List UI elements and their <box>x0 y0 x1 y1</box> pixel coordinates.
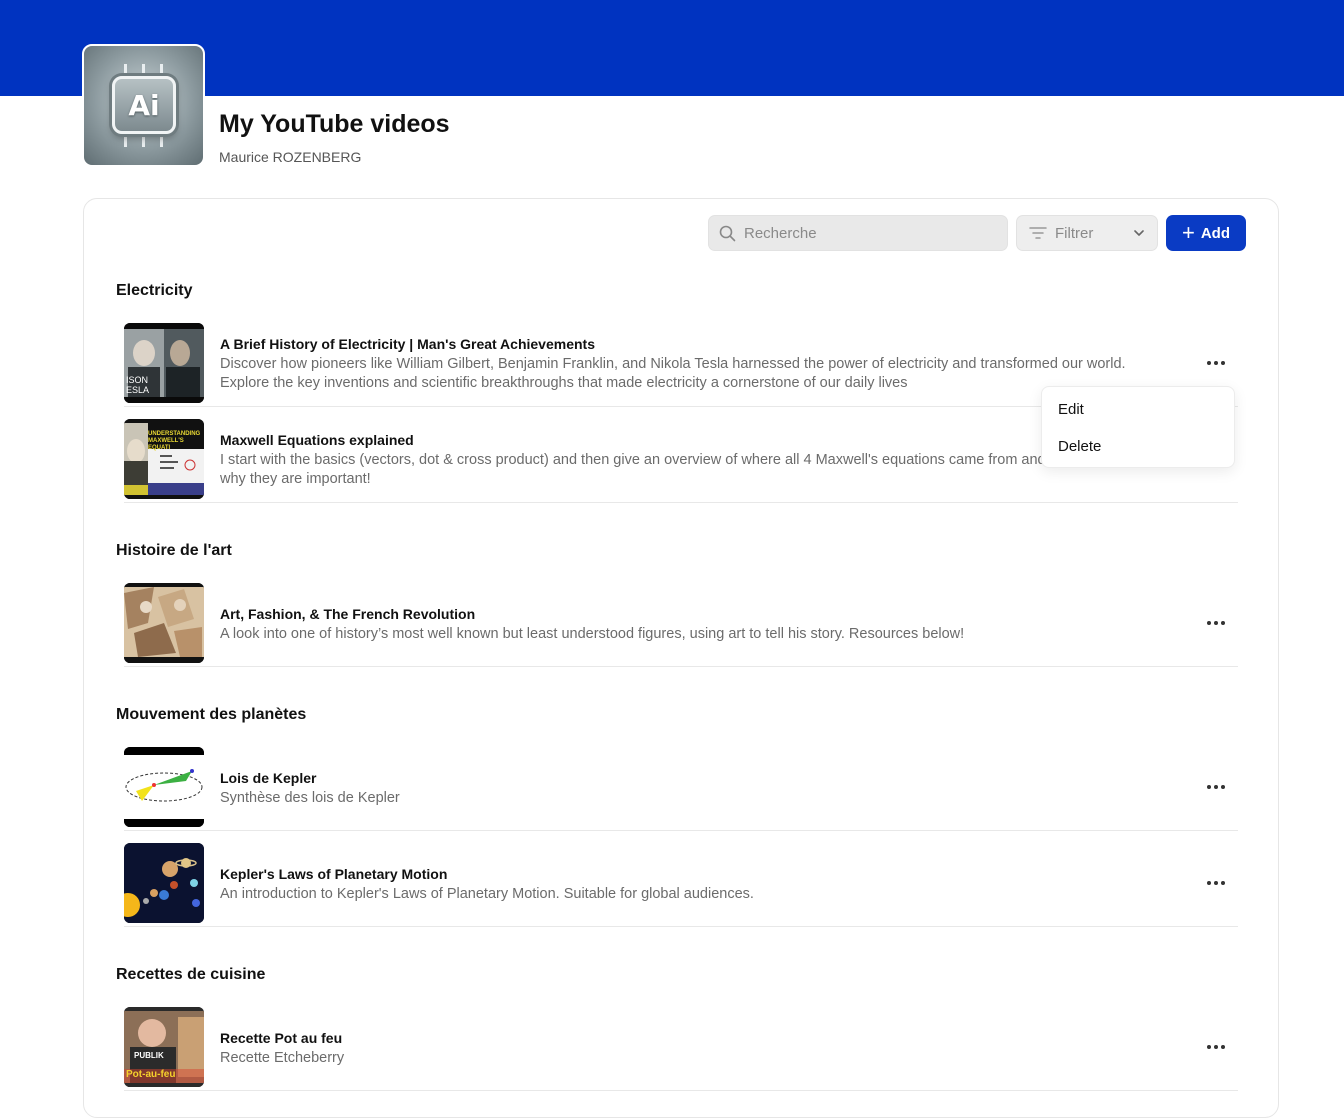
chip-pin <box>124 64 127 74</box>
thumbnail-text: PUBLIK <box>134 1051 164 1060</box>
thumbnail-text: UNDERSTANDING MAXWELL'S EQUATI <box>148 431 201 451</box>
edit-menu-item[interactable]: Edit <box>1058 401 1084 418</box>
add-button[interactable]: + Add <box>1166 215 1246 251</box>
filter-icon <box>1029 227 1047 239</box>
video-row[interactable]: Kepler's Laws of Planetary Motion An int… <box>124 839 1238 927</box>
video-description: Synthèse des lois de Kepler <box>220 790 400 806</box>
video-title: Kepler's Laws of Planetary Motion <box>220 866 448 882</box>
chip-pin <box>160 64 163 74</box>
more-options-button[interactable] <box>1202 1037 1230 1057</box>
search-input[interactable] <box>744 224 984 242</box>
video-thumbnail: ISON ESLA <box>124 323 204 403</box>
video-description: I start with the basics (vectors, dot & … <box>220 452 1046 487</box>
chip-pin <box>160 137 163 147</box>
section-title: Recettes de cuisine <box>116 966 266 983</box>
chevron-down-icon <box>1134 230 1144 236</box>
more-options-button[interactable] <box>1202 613 1230 633</box>
section-title: Histoire de l'art <box>116 542 232 559</box>
search-box[interactable] <box>708 215 1008 251</box>
video-title: A Brief History of Electricity | Man's G… <box>220 336 595 352</box>
more-options-button[interactable] <box>1202 777 1230 797</box>
section-title: Mouvement des planètes <box>116 706 307 723</box>
thumbnail-text: Pot-au-feu <box>126 1069 176 1080</box>
chip-pin <box>142 137 145 147</box>
section-title: Electricity <box>116 282 193 299</box>
thumbnail-text: ISON ESLA <box>126 375 150 395</box>
filter-label: Filtrer <box>1055 224 1094 242</box>
video-title: Recette Pot au feu <box>220 1030 343 1046</box>
more-options-button[interactable] <box>1202 353 1230 373</box>
chip-pin <box>142 64 145 74</box>
ai-chip-logo: Ai <box>112 76 176 134</box>
video-row[interactable]: PUBLIK Pot-au-feu Recette Pot au feu Rec… <box>124 1003 1238 1091</box>
logo-text: Ai <box>128 88 160 122</box>
video-row[interactable]: Lois de Kepler Synthèse des lois de Kepl… <box>124 743 1238 831</box>
video-thumbnail <box>124 583 204 663</box>
page-title: My YouTube videos <box>219 110 450 138</box>
video-description: Discover how pioneers like William Gilbe… <box>220 356 1126 391</box>
collection-avatar: Ai <box>82 44 205 167</box>
video-thumbnail <box>124 747 204 827</box>
chip-pin <box>124 137 127 147</box>
more-options-button[interactable] <box>1202 873 1230 893</box>
add-button-label: Add <box>1200 224 1231 242</box>
search-icon <box>719 225 736 241</box>
plus-icon: + <box>1181 220 1195 245</box>
filter-dropdown[interactable]: Filtrer <box>1016 215 1158 251</box>
video-title: Art, Fashion, & The French Revolution <box>220 606 476 622</box>
video-description: Recette Etcheberry <box>220 1050 345 1066</box>
video-title: Lois de Kepler <box>220 770 317 786</box>
delete-menu-item[interactable]: Delete <box>1058 438 1101 455</box>
page-author: Maurice ROZENBERG <box>219 149 362 165</box>
video-thumbnail <box>124 843 204 923</box>
video-description: An introduction to Kepler's Laws of Plan… <box>220 886 754 902</box>
context-menu: Edit Delete <box>1041 386 1235 468</box>
video-description: A look into one of history’s most well k… <box>220 626 965 642</box>
video-title: Maxwell Equations explained <box>220 432 414 448</box>
video-thumbnail: PUBLIK Pot-au-feu <box>124 1007 204 1087</box>
video-list-card: Filtrer + Add Electricity ISON ESLA A Br… <box>83 198 1279 1118</box>
video-thumbnail: UNDERSTANDING MAXWELL'S EQUATI <box>124 419 204 499</box>
video-row[interactable]: Art, Fashion, & The French Revolution A … <box>124 579 1238 667</box>
